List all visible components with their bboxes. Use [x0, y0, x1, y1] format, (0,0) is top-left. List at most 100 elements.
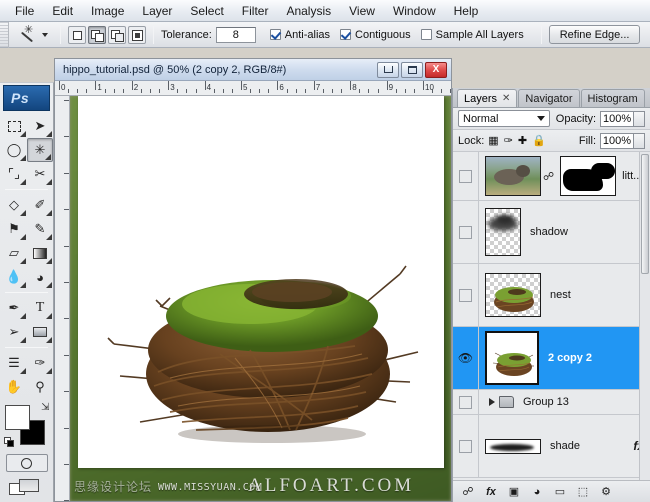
- new-selection-button[interactable]: [68, 25, 86, 44]
- tab-navigator[interactable]: Navigator: [518, 89, 580, 107]
- link-icon[interactable]: ☍: [543, 170, 554, 183]
- layer-thumbnail[interactable]: [485, 273, 541, 317]
- layer-name[interactable]: shadow: [530, 226, 650, 238]
- new-group-button[interactable]: ▭: [553, 485, 567, 499]
- lock-position-icon[interactable]: ✚: [518, 134, 527, 147]
- contiguous-checkbox[interactable]: Contiguous: [340, 29, 411, 41]
- subtract-from-selection-button[interactable]: [108, 25, 126, 44]
- layer-name[interactable]: 2 copy 2: [548, 352, 650, 364]
- table-row[interactable]: ☍ litt...: [453, 152, 650, 201]
- layer-name[interactable]: Group 13: [523, 396, 650, 408]
- menu-filter[interactable]: Filter: [233, 2, 278, 20]
- delete-layer-button[interactable]: ⚙: [599, 485, 613, 499]
- patch-tool[interactable]: ◇: [1, 193, 27, 217]
- layer-mask-thumbnail[interactable]: [560, 156, 617, 196]
- layer-name[interactable]: nest: [550, 289, 650, 301]
- add-layer-mask-button[interactable]: ▣: [507, 485, 521, 499]
- refine-edge-button[interactable]: Refine Edge...: [548, 25, 641, 44]
- eyedropper-tool[interactable]: ✑: [27, 351, 53, 375]
- quick-mask-mode-button[interactable]: [5, 454, 48, 472]
- new-adjustment-layer-button[interactable]: ◕: [530, 485, 544, 499]
- fill-input[interactable]: 100%: [600, 132, 634, 149]
- crop-tool[interactable]: ⌜⌟: [1, 162, 27, 186]
- opacity-input[interactable]: 100%: [600, 110, 635, 127]
- opacity-stepper[interactable]: [634, 110, 645, 127]
- layer-thumbnail[interactable]: [485, 156, 541, 196]
- rectangular-marquee-tool[interactable]: [1, 114, 27, 138]
- minimize-button[interactable]: [377, 61, 399, 78]
- lock-all-icon[interactable]: 🔒: [532, 134, 546, 147]
- layer-thumbnail[interactable]: [485, 331, 539, 385]
- menu-image[interactable]: Image: [82, 2, 133, 20]
- layers-list[interactable]: ☍ litt... shadow nest 👁 2 copy 2 Group 1…: [453, 152, 650, 480]
- table-row[interactable]: 👁 2 copy 2: [453, 327, 650, 390]
- tab-histogram[interactable]: Histogram: [580, 89, 645, 107]
- layer-style-button[interactable]: fx: [484, 485, 498, 499]
- anti-alias-checkbox[interactable]: Anti-alias: [269, 29, 330, 41]
- dodge-tool[interactable]: ◕: [27, 265, 53, 289]
- table-row[interactable]: shade fx: [453, 415, 650, 478]
- table-row[interactable]: Group 13: [453, 389, 650, 415]
- link-layers-button[interactable]: ☍: [461, 485, 475, 499]
- layer-visibility-toggle[interactable]: [453, 389, 479, 415]
- type-tool[interactable]: T: [27, 296, 53, 320]
- canvas-area[interactable]: 思缘设计论坛 WWW.MISSYUAN.COM ALFOART.COM: [70, 96, 451, 501]
- menu-window[interactable]: Window: [384, 2, 445, 20]
- swap-colors-icon[interactable]: ⇲: [41, 402, 49, 413]
- layer-visibility-toggle[interactable]: [453, 201, 479, 263]
- pen-tool[interactable]: ✒: [1, 296, 27, 320]
- menu-layer[interactable]: Layer: [133, 2, 181, 20]
- table-row[interactable]: shadow: [453, 201, 650, 264]
- document-title-bar[interactable]: hippo_tutorial.psd @ 50% (2 copy 2, RGB/…: [55, 59, 451, 81]
- intersect-with-selection-button[interactable]: [128, 25, 146, 44]
- tolerance-input[interactable]: 8: [215, 26, 256, 43]
- foreground-color-swatch[interactable]: [4, 405, 30, 430]
- menu-analysis[interactable]: Analysis: [277, 2, 340, 20]
- layer-visibility-toggle[interactable]: 👁: [453, 327, 479, 389]
- maximize-button[interactable]: [401, 61, 423, 78]
- screen-mode-button[interactable]: [6, 477, 48, 497]
- move-tool[interactable]: ➤: [27, 114, 53, 138]
- slice-tool[interactable]: ✂: [27, 162, 53, 186]
- close-icon[interactable]: ✕: [502, 93, 510, 104]
- scrollbar-thumb[interactable]: [641, 154, 649, 274]
- eraser-tool[interactable]: ▱: [1, 241, 27, 265]
- lock-transparent-pixels-icon[interactable]: ▦: [488, 134, 498, 147]
- sample-all-layers-checkbox[interactable]: Sample All Layers: [420, 29, 524, 41]
- blur-tool[interactable]: 💧: [1, 265, 27, 289]
- table-row[interactable]: nest: [453, 264, 650, 327]
- layer-visibility-toggle[interactable]: [453, 264, 479, 326]
- layer-thumbnail[interactable]: [485, 208, 521, 256]
- hand-tool[interactable]: ✋: [1, 375, 27, 399]
- layer-visibility-toggle[interactable]: [453, 152, 479, 200]
- magic-wand-tool[interactable]: ✳: [27, 138, 53, 162]
- layer-thumbnail[interactable]: [485, 438, 541, 454]
- layer-name[interactable]: shade: [550, 440, 633, 452]
- panel-scrollbar[interactable]: [639, 152, 650, 480]
- history-brush-tool[interactable]: ✎: [27, 217, 53, 241]
- blend-mode-select[interactable]: Normal: [458, 110, 550, 127]
- chevron-right-icon[interactable]: [489, 398, 495, 406]
- close-button[interactable]: X: [425, 61, 447, 78]
- layer-visibility-toggle[interactable]: [453, 415, 479, 477]
- new-layer-button[interactable]: ⬚: [576, 485, 590, 499]
- options-bar-grip[interactable]: [0, 21, 9, 48]
- menu-view[interactable]: View: [340, 2, 384, 20]
- menu-select[interactable]: Select: [181, 2, 232, 20]
- default-colors-icon[interactable]: [3, 437, 15, 448]
- tool-preset-picker[interactable]: [9, 23, 53, 45]
- clone-stamp-tool[interactable]: ⚑: [1, 217, 27, 241]
- gradient-tool[interactable]: [27, 241, 53, 265]
- fill-stepper[interactable]: [634, 132, 645, 149]
- document-canvas[interactable]: [78, 96, 444, 468]
- tab-layers[interactable]: Layers ✕: [457, 89, 518, 107]
- rectangle-shape-tool[interactable]: [27, 320, 53, 344]
- notes-tool[interactable]: ☰: [1, 351, 27, 375]
- lock-image-pixels-icon[interactable]: ✑: [504, 134, 513, 147]
- lasso-tool[interactable]: ◯: [1, 138, 27, 162]
- zoom-tool[interactable]: ⚲: [27, 375, 53, 399]
- menu-edit[interactable]: Edit: [43, 2, 82, 20]
- menu-help[interactable]: Help: [445, 2, 488, 20]
- add-to-selection-button[interactable]: [88, 25, 106, 44]
- path-selection-tool[interactable]: ➢: [1, 320, 27, 344]
